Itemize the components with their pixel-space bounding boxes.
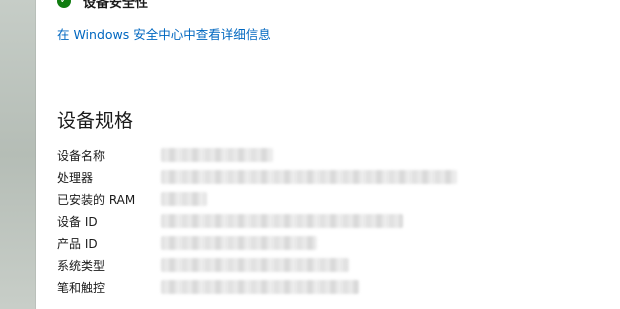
spec-row-device-name: 设备名称 xyxy=(57,145,617,167)
spec-label: 设备名称 xyxy=(57,149,106,163)
spec-label: 处理器 xyxy=(57,171,94,185)
spec-label: 设备 ID xyxy=(57,215,98,229)
redacted-value xyxy=(161,214,403,228)
spec-row-processor: 处理器 xyxy=(57,167,617,189)
spec-row-installed-ram: 已安装的 RAM xyxy=(57,189,617,211)
spec-row-pen-and-touch: 笔和触控 xyxy=(57,277,617,299)
navigation-pane-edge xyxy=(0,0,36,309)
spec-row-system-type: 系统类型 xyxy=(57,255,617,277)
redacted-value xyxy=(161,170,457,184)
spec-label: 笔和触控 xyxy=(57,281,106,295)
redacted-value xyxy=(161,236,317,250)
device-security-label: 设备安全性 xyxy=(83,0,149,11)
settings-window: ✓ 设备安全性 在 Windows 安全中心中查看详细信息 设备规格 设备名称 … xyxy=(0,0,620,309)
check-circle-icon: ✓ xyxy=(57,0,71,8)
device-specifications-list: 设备名称 处理器 已安装的 RAM 设备 ID 产品 ID 系统类型 笔和触控 xyxy=(57,145,617,299)
device-security-status: ✓ 设备安全性 xyxy=(57,0,149,11)
redacted-value xyxy=(161,280,359,294)
redacted-value xyxy=(161,192,207,206)
about-page-content: ✓ 设备安全性 在 Windows 安全中心中查看详细信息 设备规格 设备名称 … xyxy=(36,0,620,309)
device-specifications-heading: 设备规格 xyxy=(57,110,134,132)
spec-row-product-id: 产品 ID xyxy=(57,233,617,255)
spec-label: 系统类型 xyxy=(57,259,106,273)
spec-label: 产品 ID xyxy=(57,237,98,251)
redacted-value xyxy=(161,258,349,272)
spec-label: 已安装的 RAM xyxy=(57,193,136,207)
spec-row-device-id: 设备 ID xyxy=(57,211,617,233)
windows-security-details-link[interactable]: 在 Windows 安全中心中查看详细信息 xyxy=(57,24,271,43)
redacted-value xyxy=(161,148,273,162)
